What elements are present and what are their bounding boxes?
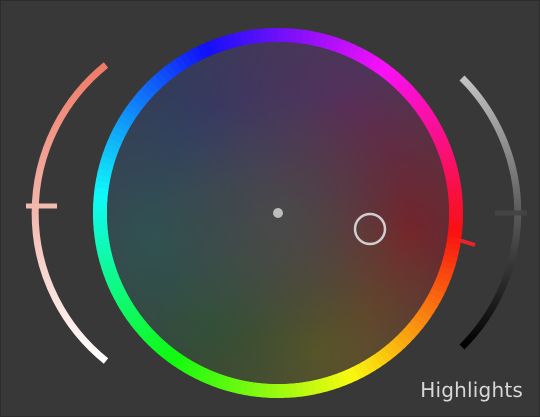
center-dot-icon [273,208,283,218]
wheel-label: Highlights [420,378,523,402]
color-wheel-graphic [26,28,527,398]
hue-ring-marker[interactable] [458,238,476,247]
color-wheel-panel: Highlights [0,0,540,417]
